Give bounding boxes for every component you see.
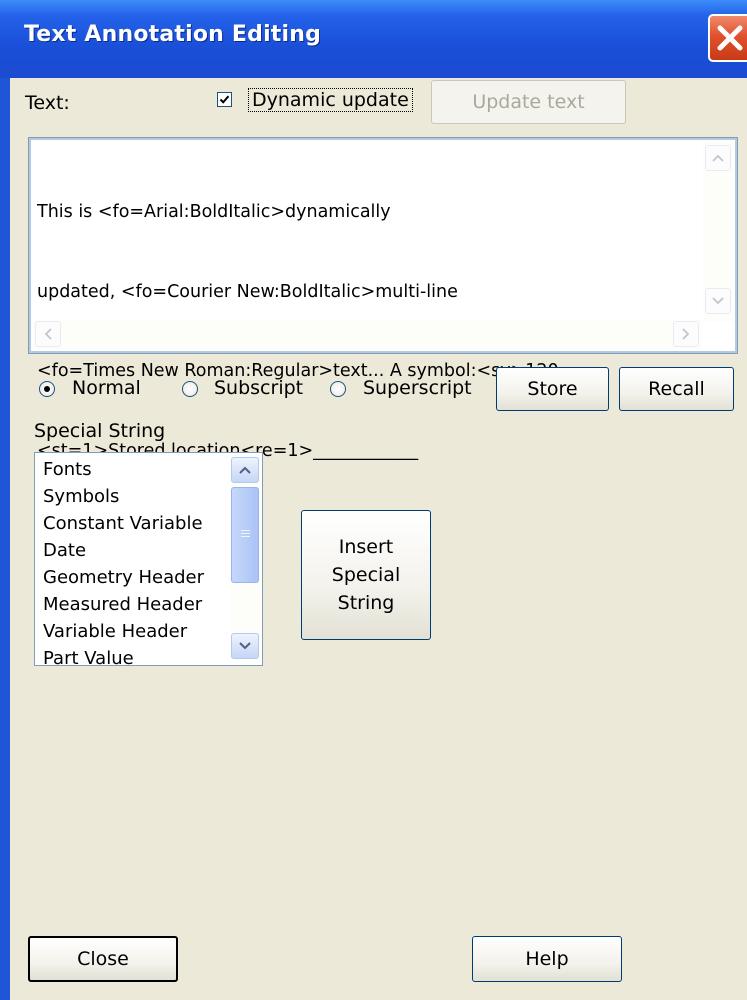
- radio-subscript[interactable]: [182, 381, 198, 397]
- store-button[interactable]: Store: [496, 367, 609, 411]
- chevron-right-icon[interactable]: [673, 321, 699, 347]
- listbox-scroll-thumb[interactable]: [231, 487, 259, 583]
- close-button[interactable]: Close: [28, 936, 178, 982]
- annotation-text-editor[interactable]: This is <fo=Arial:BoldItalic>dynamically…: [28, 137, 738, 461]
- chevron-down-icon[interactable]: [231, 633, 259, 659]
- close-x-icon[interactable]: [708, 14, 747, 62]
- insert-button-line: Insert: [338, 536, 394, 558]
- list-item[interactable]: Date: [43, 537, 86, 564]
- chevron-left-icon[interactable]: [35, 321, 61, 347]
- radio-superscript-label[interactable]: Superscript: [363, 377, 472, 399]
- dynamic-update-checkbox[interactable]: [217, 92, 232, 107]
- dialog-client-area: Text: Dynamic update Update text This is…: [10, 78, 747, 1000]
- insert-special-string-button[interactable]: Insert Special String: [301, 510, 431, 640]
- editor-line: This is <fo=Arial:BoldItalic>dynamically: [37, 202, 391, 222]
- checkmark-icon: [219, 95, 230, 104]
- list-item[interactable]: Constant Variable: [43, 510, 203, 537]
- help-button[interactable]: Help: [472, 936, 622, 982]
- vertical-scrollbar[interactable]: [703, 142, 733, 322]
- list-item[interactable]: Symbols: [43, 483, 119, 510]
- radio-normal[interactable]: [39, 381, 55, 397]
- window-title: Text Annotation Editing: [24, 22, 322, 47]
- editor-line: updated, <fo=Courier New:BoldItalic>mult…: [37, 281, 458, 302]
- list-item[interactable]: Measured Header: [43, 591, 202, 618]
- special-string-listbox[interactable]: Fonts Symbols Constant Variable Date Geo…: [34, 452, 263, 666]
- radio-subscript-label[interactable]: Subscript: [214, 377, 303, 399]
- list-item[interactable]: Part Value: [43, 645, 134, 665]
- chevron-down-icon[interactable]: [705, 288, 731, 314]
- dynamic-update-label[interactable]: Dynamic update: [248, 88, 413, 112]
- update-text-button[interactable]: Update text: [431, 80, 626, 124]
- chevron-up-icon[interactable]: [705, 145, 731, 171]
- radio-superscript[interactable]: [330, 381, 346, 397]
- listbox-scrollbar[interactable]: [230, 455, 260, 661]
- list-item[interactable]: Variable Header: [43, 618, 187, 645]
- list-item[interactable]: Geometry Header: [43, 564, 204, 591]
- text-label: Text:: [25, 92, 70, 114]
- special-string-label: Special String: [34, 420, 166, 442]
- radio-normal-label[interactable]: Normal: [72, 377, 141, 399]
- horizontal-scrollbar[interactable]: [33, 319, 703, 349]
- recall-button[interactable]: Recall: [619, 367, 734, 411]
- insert-button-line: Special: [331, 564, 401, 586]
- list-item[interactable]: Fonts: [43, 456, 92, 483]
- dialog-window: Text Annotation Editing Text: Dynamic up…: [0, 0, 747, 1000]
- chevron-up-icon[interactable]: [231, 457, 259, 483]
- insert-button-line: String: [337, 592, 395, 614]
- title-bar[interactable]: Text Annotation Editing: [0, 0, 747, 78]
